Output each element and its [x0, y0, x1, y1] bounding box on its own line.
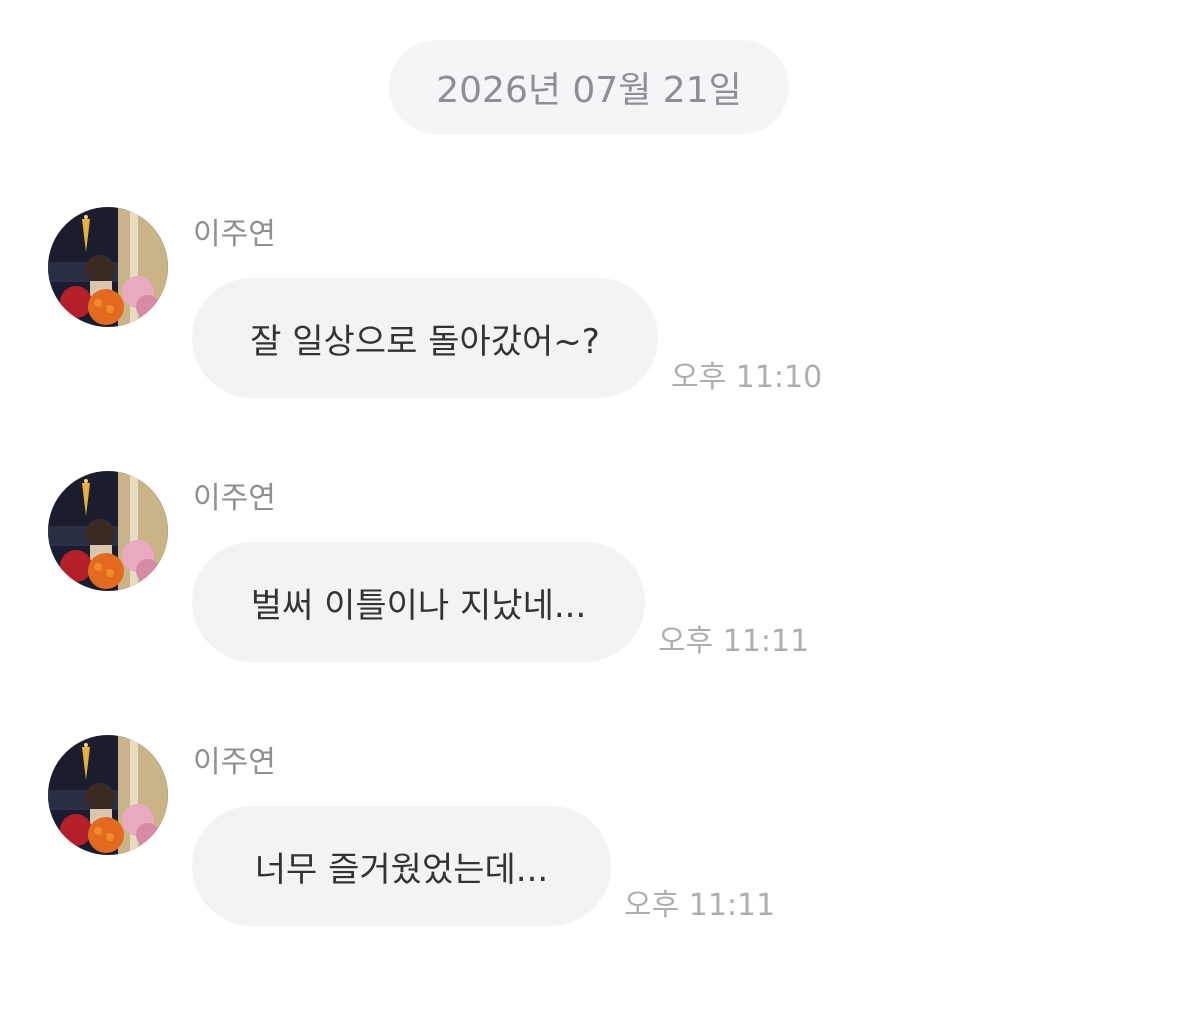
message-row: 이주연 너무 즐거웠었는데... 오후 11:11 — [0, 735, 1179, 935]
message-bubble[interactable]: 벌써 이틀이나 지났네... — [192, 542, 645, 662]
sender-name: 이주연 — [193, 481, 276, 516]
avatar[interactable] — [48, 207, 168, 327]
message-bubble[interactable]: 너무 즐거웠었는데... — [192, 806, 611, 926]
message-row: 이주연 잘 일상으로 돌아갔어~? 오후 11:10 — [0, 207, 1179, 407]
avatar[interactable] — [48, 735, 168, 855]
sender-name: 이주연 — [193, 745, 276, 780]
sender-name: 이주연 — [193, 217, 276, 252]
message-bubble[interactable]: 잘 일상으로 돌아갔어~? — [192, 278, 658, 398]
message-row: 이주연 벌써 이틀이나 지났네... 오후 11:11 — [0, 471, 1179, 671]
message-timestamp: 오후 11:11 — [624, 888, 776, 923]
message-timestamp: 오후 11:10 — [671, 360, 823, 395]
date-separator: 2026년 07월 21일 — [389, 40, 789, 134]
avatar[interactable] — [48, 471, 168, 591]
message-timestamp: 오후 11:11 — [658, 624, 810, 659]
